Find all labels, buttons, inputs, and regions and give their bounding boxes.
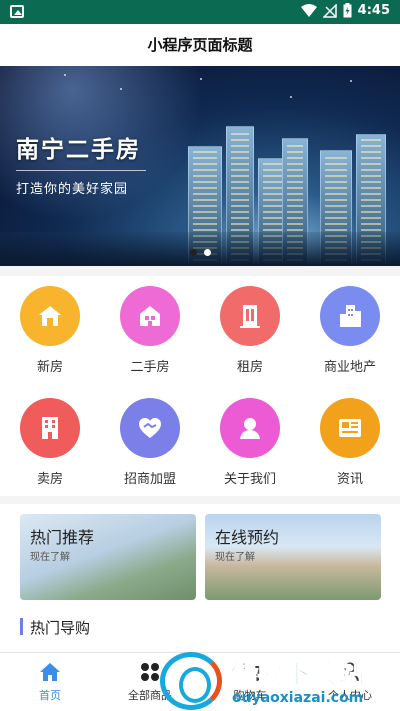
category-label: 招商加盟: [123, 472, 176, 487]
banner-divider: [16, 170, 146, 171]
carousel-dot[interactable]: [203, 249, 211, 256]
status-bar: 4:45: [0, 0, 400, 24]
promo-cards: 热门推荐 现在了解 在线预约 现在了解: [0, 504, 400, 600]
home-tab-icon: [40, 663, 60, 681]
tab-label: 首页: [39, 689, 61, 702]
watermark-title: 偶要下载站: [230, 659, 366, 691]
image-notification-icon: [10, 5, 24, 18]
promo-card-hot[interactable]: 热门推荐 现在了解: [20, 514, 196, 600]
category-second-hand[interactable]: 二手房: [100, 276, 200, 386]
page-title: 小程序页面标题: [0, 24, 400, 66]
star: [350, 80, 352, 82]
handshake-icon: [120, 398, 180, 458]
category-label: 二手房: [130, 360, 170, 375]
category-label: 资讯: [336, 472, 363, 487]
star: [290, 96, 292, 98]
category-news[interactable]: 资讯: [300, 388, 400, 498]
category-label: 新房: [36, 360, 63, 375]
category-about[interactable]: 关于我们: [200, 388, 300, 498]
battery-charging-icon: [343, 3, 352, 18]
category-franchise[interactable]: 招商加盟: [100, 388, 200, 498]
category-grid: 新房 二手房 租房 商业地产 卖房 招商加盟 关于我们 资讯: [0, 276, 400, 496]
building-icon: [220, 286, 280, 346]
category-commercial[interactable]: 商业地产: [300, 276, 400, 386]
category-label: 租房: [236, 360, 263, 375]
status-time: 4:45: [357, 3, 390, 18]
star: [200, 78, 202, 80]
star: [64, 74, 66, 76]
category-rent[interactable]: 租房: [200, 276, 300, 386]
carousel-dot-active[interactable]: [189, 249, 197, 256]
grid-tab-icon: [141, 663, 159, 681]
system-icons: 4:45: [300, 3, 390, 18]
star: [120, 88, 122, 90]
banner-carousel[interactable]: 南宁二手房 打造你的美好家园: [0, 66, 400, 266]
promo-card-title: 在线预约: [215, 528, 280, 547]
banner-subtitle: 打造你的美好家园: [16, 182, 129, 197]
category-new-house[interactable]: 新房: [0, 276, 100, 386]
category-label: 商业地产: [323, 360, 376, 375]
office-buildings-icon: [320, 286, 380, 346]
wifi-icon: [300, 3, 317, 17]
news-icon: [320, 398, 380, 458]
tab-home[interactable]: 首页: [0, 653, 100, 711]
watermark-url: ouyaoxiazai.com: [232, 690, 364, 706]
promo-card-booking[interactable]: 在线预约 现在了解: [205, 514, 381, 600]
site-watermark: 偶要下载站 ouyaoxiazai.com: [160, 650, 400, 711]
no-signal-icon: [322, 3, 337, 18]
apartment-icon: [20, 398, 80, 458]
carousel-indicator: [0, 249, 400, 256]
category-label: 卖房: [36, 472, 63, 487]
promo-card-subtitle: 现在了解: [30, 552, 70, 563]
banner-title: 南宁二手房: [16, 137, 141, 163]
category-sell[interactable]: 卖房: [0, 388, 100, 498]
house-icon: [20, 286, 80, 346]
promo-card-subtitle: 现在了解: [215, 552, 255, 563]
category-label: 关于我们: [223, 472, 276, 487]
watermark-logo-icon: [160, 652, 222, 710]
section-accent-bar: [20, 618, 23, 635]
person-icon: [220, 398, 280, 458]
section-header: 热门导购: [0, 600, 400, 652]
section-title: 热门导购: [30, 619, 91, 637]
promo-card-title: 热门推荐: [30, 528, 95, 547]
home-icon: [120, 286, 180, 346]
